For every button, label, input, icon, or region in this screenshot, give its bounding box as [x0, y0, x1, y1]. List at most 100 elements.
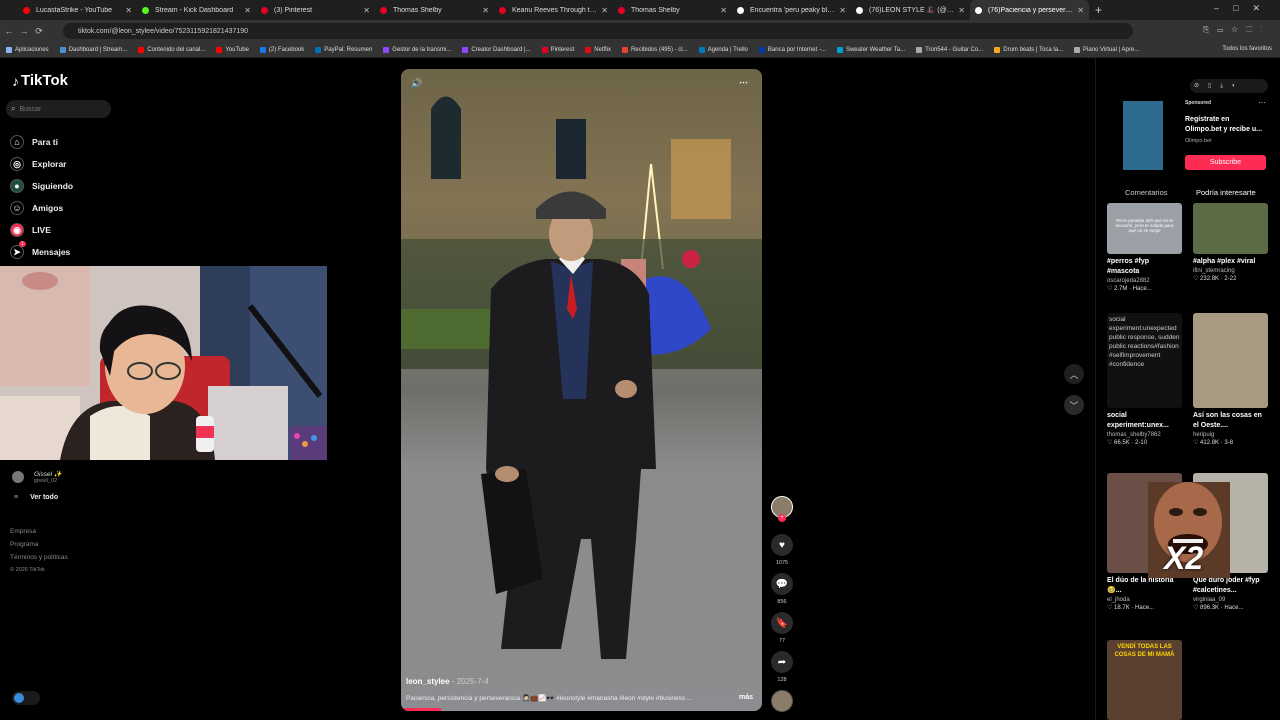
nav-para-ti[interactable]: ⌂ Para ti — [10, 135, 58, 149]
card-author[interactable]: ifini_stemracing — [1193, 268, 1268, 274]
tab-comments[interactable]: Comentarios — [1125, 188, 1168, 197]
close-icon[interactable]: ✕ — [839, 6, 846, 15]
url-field[interactable]: tiktok.com/@leon_stylee/video/7523115921… — [63, 23, 1133, 39]
see-all-link[interactable]: ≡ Ver todo — [14, 494, 58, 501]
video-thumbnail[interactable] — [1193, 313, 1268, 408]
card-title[interactable]: social experiment:unex... — [1107, 411, 1182, 431]
comment-button[interactable]: 💬 856 — [771, 573, 793, 605]
bookmark-item[interactable]: Agenda | Trello — [698, 46, 748, 53]
following-account[interactable]: Gissel ✨ gissel_02 — [12, 470, 62, 484]
bookmark-item[interactable]: Aplicaciones — [6, 46, 49, 53]
ad-more-icon[interactable]: ⋯ — [1258, 98, 1266, 107]
close-icon[interactable]: ✕ — [720, 6, 727, 15]
browser-tab[interactable]: (76)Paciencia y perseverancia ✕ — [970, 0, 1089, 20]
recommended-video-card[interactable]: #alpha #plex #viral ifini_stemracing ♡ 232… — [1193, 203, 1268, 282]
bookmark-item[interactable]: YouTube — [216, 46, 249, 53]
bookmark-item[interactable]: Banca por Internet -... — [758, 46, 826, 53]
video-author[interactable]: leon_stylee — [406, 677, 450, 686]
recommended-video-card[interactable]: Así son las cosas en el Oeste.... heripui… — [1193, 313, 1268, 446]
browser-tab[interactable]: Thomas Shelby ✕ — [375, 0, 494, 20]
app-toggle[interactable] — [12, 691, 40, 705]
nav-mensajes[interactable]: ➤ Mensajes 1 — [10, 241, 70, 259]
card-author[interactable]: el_jhoda — [1107, 597, 1182, 603]
window-controls[interactable]: –□✕ — [1214, 3, 1274, 14]
back-icon[interactable]: ← — [3, 26, 15, 36]
card-author[interactable]: thomas_shelby7862 — [1107, 432, 1182, 438]
close-icon[interactable]: ✕ — [601, 6, 608, 15]
browser-tab[interactable]: LucastaStrike - YouTube ✕ — [18, 0, 137, 20]
bookmark-item[interactable]: PayPal: Resumen — [315, 46, 372, 53]
recommended-video-card[interactable]: social experiment:unexpected public resp… — [1107, 313, 1182, 446]
close-icon[interactable]: ✕ — [244, 6, 251, 15]
bookmark-item[interactable]: Piano Virtual | Apre... — [1074, 46, 1139, 53]
recommended-video-card[interactable]: Perro pendejo ahh que no te escuché, per… — [1107, 203, 1182, 292]
browser-tab[interactable]: Thomas Shelby ✕ — [613, 0, 732, 20]
footer-terms[interactable]: Términos y políticas — [10, 554, 68, 561]
share-button[interactable]: ➦ 128 — [771, 651, 793, 683]
more-link[interactable]: más — [739, 694, 753, 701]
bookmark-item[interactable]: Sweater Weather Ta... — [836, 46, 905, 53]
close-icon[interactable]: ✕ — [363, 6, 370, 15]
close-icon[interactable]: ✕ — [1077, 6, 1084, 15]
nav-explorar[interactable]: ◎ Explorar — [10, 157, 67, 171]
volume-icon[interactable]: 🔊 — [411, 78, 422, 89]
music-disc[interactable] — [771, 690, 793, 712]
toolbar-icons[interactable]: ⎘▭☆⬚⋮ — [1203, 25, 1270, 35]
top-action-icons[interactable]: ⊘▯⤓◐ — [1190, 79, 1268, 93]
recommended-video-card[interactable]: VENDÍ TODAS LAS COSAS DE MI MAMÁ — [1107, 640, 1182, 720]
more-options-icon[interactable]: ⋯ — [739, 77, 748, 88]
video-thumbnail[interactable]: VENDÍ TODAS LAS COSAS DE MI MAMÁ — [1107, 640, 1182, 720]
follow-plus-icon[interactable]: + — [778, 514, 786, 522]
bookmark-item[interactable]: Gestor de la transmi... — [383, 46, 451, 53]
close-icon[interactable]: ✕ — [482, 6, 489, 15]
footer-program[interactable]: Programa — [10, 541, 39, 548]
like-button[interactable]: ♥ 1075 — [771, 534, 793, 566]
video-thumbnail[interactable]: Perro pendejo ahh que no te escuché, per… — [1107, 203, 1182, 254]
ad-text[interactable]: Regístrate en Olimpo.bet y recibe u... — [1185, 115, 1267, 135]
next-video-button[interactable]: ﹀ — [1064, 395, 1084, 415]
bookmark-item[interactable]: Recibidos (495) - cl... — [621, 46, 688, 53]
browser-tab[interactable]: (76)LEON STYLE 🎩 (@leon_ ✕ — [851, 0, 970, 20]
close-icon[interactable]: ✕ — [958, 6, 965, 15]
browser-tab[interactable]: Stream - Kick Dashboard ✕ — [137, 0, 256, 20]
browser-tab[interactable]: (3) Pinterest ✕ — [256, 0, 375, 20]
progress-bar[interactable] — [401, 708, 441, 711]
card-title[interactable]: #perros #fyp #mascota — [1107, 257, 1182, 277]
card-title[interactable]: El dúo de la historia 🥹... — [1107, 576, 1182, 596]
bookmark-item[interactable]: Tron544 - Guitar Co... — [916, 46, 983, 53]
video-thumbnail[interactable] — [1193, 203, 1268, 254]
tiktok-logo[interactable]: ♪ TikTok — [12, 72, 68, 89]
footer-company[interactable]: Empresa — [10, 528, 36, 535]
video-player[interactable]: 🔊 ⋯ — [401, 69, 762, 711]
bookmark-item[interactable]: Netflix — [585, 46, 611, 53]
browser-tab[interactable]: Encuentra 'peru peaky blinders' ✕ — [732, 0, 851, 20]
bookmark-item[interactable]: Drum beats | Toca la... — [994, 46, 1063, 53]
reload-icon[interactable]: ⟳ — [33, 26, 45, 37]
save-button[interactable]: 🔖 77 — [771, 612, 793, 644]
card-title[interactable]: #alpha #plex #viral — [1193, 257, 1268, 267]
creator-avatar[interactable]: + — [771, 496, 793, 522]
previous-video-button[interactable]: ︿ — [1064, 364, 1084, 384]
tab-recommended[interactable]: Podría interesarte — [1196, 188, 1256, 197]
card-author[interactable]: virginiaa_09 — [1193, 597, 1268, 603]
forward-icon[interactable]: → — [18, 26, 30, 36]
card-author[interactable]: heripuig — [1193, 432, 1268, 438]
nav-amigos[interactable]: ☺ Amigos — [10, 201, 63, 215]
close-icon[interactable]: ✕ — [125, 6, 132, 15]
search-input[interactable]: ⌕ Buscar — [6, 100, 111, 118]
subscribe-button[interactable]: Subscribe — [1185, 155, 1266, 170]
card-title[interactable]: Qué duro joder #fyp #calcetines... — [1193, 576, 1268, 596]
ad-thumbnail[interactable] — [1123, 101, 1163, 170]
bookmark-item[interactable]: Dashboard | Stream... — [59, 46, 127, 53]
bookmark-item[interactable]: Pinterest — [541, 46, 574, 53]
video-thumbnail[interactable]: social experiment:unexpected public resp… — [1107, 313, 1182, 408]
bookmark-item[interactable]: (2) Facebook — [259, 46, 304, 53]
card-author[interactable]: oscarojeda2882 — [1107, 278, 1182, 284]
nav-siguiendo[interactable]: ● Siguiendo — [10, 179, 73, 193]
new-tab-button[interactable]: + — [1095, 3, 1102, 17]
all-bookmarks-link[interactable]: Todos los favoritos — [1222, 46, 1272, 52]
bookmark-item[interactable]: Contenido del canal... — [138, 46, 205, 53]
browser-tab[interactable]: Keanu Reeves Through the Years✕ — [494, 0, 613, 20]
card-title[interactable]: Así son las cosas en el Oeste.... — [1193, 411, 1268, 431]
bookmark-item[interactable]: Creator Dashboard |... — [462, 46, 531, 53]
